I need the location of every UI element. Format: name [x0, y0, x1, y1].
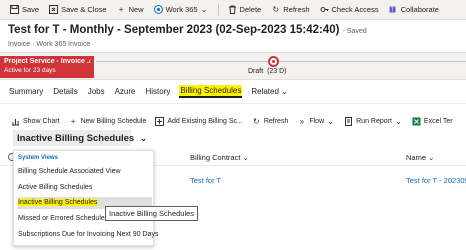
bpf-current-label: Draft: [248, 68, 264, 75]
view-selector-label: Inactive Billing Schedules: [17, 132, 135, 144]
new-billing-schedule-label: New Billing Schedule: [80, 117, 147, 125]
refresh-button[interactable]: ↻ Refresh: [267, 2, 313, 18]
bpf-current-duration: (23 D): [267, 68, 287, 75]
excel-templates-button[interactable]: Excel Ter: [409, 113, 456, 129]
excel-icon: [412, 117, 421, 126]
separator: [217, 3, 219, 16]
plus-icon: +: [70, 116, 76, 126]
view-selector[interactable]: Inactive Billing Schedules ⌄: [13, 130, 147, 146]
tab-summary[interactable]: Summary: [8, 86, 44, 97]
work365-button[interactable]: Work 365 ⌄: [150, 2, 213, 18]
save-close-label: Save & Close: [61, 5, 107, 14]
excel-templates-label: Excel Ter: [423, 117, 453, 125]
bpf-stage-dot[interactable]: [268, 56, 279, 67]
bpf-active-stage[interactable]: Project Service - Invoice ... Active for…: [0, 56, 94, 78]
new-billing-schedule-button[interactable]: + New Billing Schedule: [66, 113, 150, 129]
refresh-icon: ↻: [252, 116, 260, 126]
chevron-down-icon: ⌄: [200, 5, 208, 14]
chevron-down-icon: ⌄: [428, 153, 435, 162]
cell-billing-contract-link[interactable]: Test for T: [190, 176, 221, 185]
save-icon: [10, 5, 19, 14]
page-title: Test for T - Monthly - September 2023 (0…: [8, 24, 367, 36]
tab-related-label: Related: [251, 86, 279, 96]
delete-button[interactable]: Delete: [224, 2, 266, 18]
plus-icon: +: [118, 5, 124, 14]
save-button[interactable]: Save: [6, 2, 43, 18]
column-header-name[interactable]: Name ⌄: [406, 153, 434, 162]
bpf-current-stage: Draft (23 D): [248, 68, 287, 75]
chevron-down-icon: ⌄: [327, 116, 334, 126]
chart-icon: [11, 117, 20, 126]
column-header-label: Name: [406, 153, 427, 162]
delete-label: Delete: [239, 5, 262, 14]
save-close-icon: [49, 5, 59, 14]
new-button[interactable]: + New: [113, 2, 148, 18]
flow-label: Flow: [309, 117, 325, 125]
save-status: - Saved: [342, 28, 367, 35]
record-subtitle: Invoice · Work 365 Invoice: [8, 41, 91, 48]
record-title: Test for T - Monthly - September 2023 (0…: [8, 24, 340, 36]
subgrid-command-bar: Show Chart + New Billing Schedule Add Exi…: [8, 113, 456, 129]
bpf-stage-name: Project Service - Invoice ...: [4, 58, 90, 65]
cell-name-link[interactable]: Test for T - 20230901: [406, 176, 466, 185]
chevron-down-icon: ⌄: [281, 86, 288, 96]
work365-label: Work 365: [165, 5, 198, 14]
refresh-label: Refresh: [283, 5, 310, 14]
collaborate-label: Collaborate: [400, 5, 439, 14]
subgrid-refresh-button[interactable]: ↻ Refresh: [249, 113, 292, 129]
check-access-label: Check Access: [331, 5, 379, 14]
new-label: New: [128, 5, 144, 14]
run-report-button[interactable]: Run Report ⌄: [341, 113, 406, 129]
report-icon: [344, 116, 353, 126]
tooltip: Inactive Billing Schedules: [105, 206, 199, 221]
column-header-billing-contract[interactable]: Billing Contract ⌄: [190, 153, 249, 162]
view-option[interactable]: Active Billing Schedules: [18, 182, 152, 194]
add-existing-button[interactable]: Add Existing Billing Sc...: [152, 113, 245, 129]
refresh-icon: ↻: [272, 5, 280, 14]
save-label: Save: [22, 5, 40, 14]
work365-icon: [153, 5, 163, 14]
run-report-label: Run Report: [356, 117, 392, 125]
view-dropdown: System Views Billing Schedule Associated…: [13, 150, 158, 246]
tab-details[interactable]: Details: [52, 86, 78, 97]
flow-icon: »: [299, 116, 305, 126]
tab-jobs[interactable]: Jobs: [87, 86, 106, 97]
svg-text:T: T: [391, 8, 394, 14]
bpf-track: [96, 61, 466, 62]
form-tabs: Summary Details Jobs Azure History Billi…: [8, 84, 289, 98]
view-option-label: Inactive Billing Schedules: [18, 199, 98, 206]
chevron-left-icon: ‹: [88, 58, 91, 65]
tabs-divider: [0, 103, 466, 104]
chevron-down-icon: ⌄: [242, 153, 249, 162]
add-existing-icon: [155, 116, 165, 126]
flow-button[interactable]: » Flow ⌄: [294, 113, 338, 129]
collaborate-button[interactable]: T Collaborate: [385, 2, 443, 18]
teams-icon: T: [389, 5, 398, 14]
view-option[interactable]: Billing Schedule Associated View: [18, 166, 152, 178]
key-icon: [320, 5, 329, 14]
chevron-down-icon: ⌄: [140, 133, 147, 143]
tab-related[interactable]: Related ⌄: [250, 86, 289, 97]
dropdown-section-header: System Views: [18, 155, 58, 161]
column-header-label: Billing Contract: [190, 153, 241, 162]
check-access-button[interactable]: Check Access: [316, 2, 383, 18]
subgrid-refresh-label: Refresh: [263, 117, 289, 125]
chevron-down-icon: ⌄: [395, 116, 402, 126]
tab-history[interactable]: History: [145, 86, 172, 97]
save-close-button[interactable]: Save & Close: [45, 2, 110, 18]
show-chart-label: Show Chart: [23, 117, 60, 125]
bpf-stage-status: Active for 23 days: [4, 67, 56, 74]
trash-icon: [228, 5, 237, 14]
command-bar: Save Save & Close + New Work 365 ⌄ Delete…: [0, 0, 466, 20]
tab-billing-schedules[interactable]: Billing Schedules: [179, 84, 243, 98]
show-chart-button[interactable]: Show Chart: [8, 113, 63, 129]
business-process-flow: Project Service - Invoice ... Active for…: [0, 52, 466, 80]
tab-azure[interactable]: Azure: [114, 86, 137, 97]
view-option[interactable]: Subscriptions Due for Invoicing Next 90 …: [18, 229, 158, 241]
add-existing-label: Add Existing Billing Sc...: [167, 117, 243, 125]
